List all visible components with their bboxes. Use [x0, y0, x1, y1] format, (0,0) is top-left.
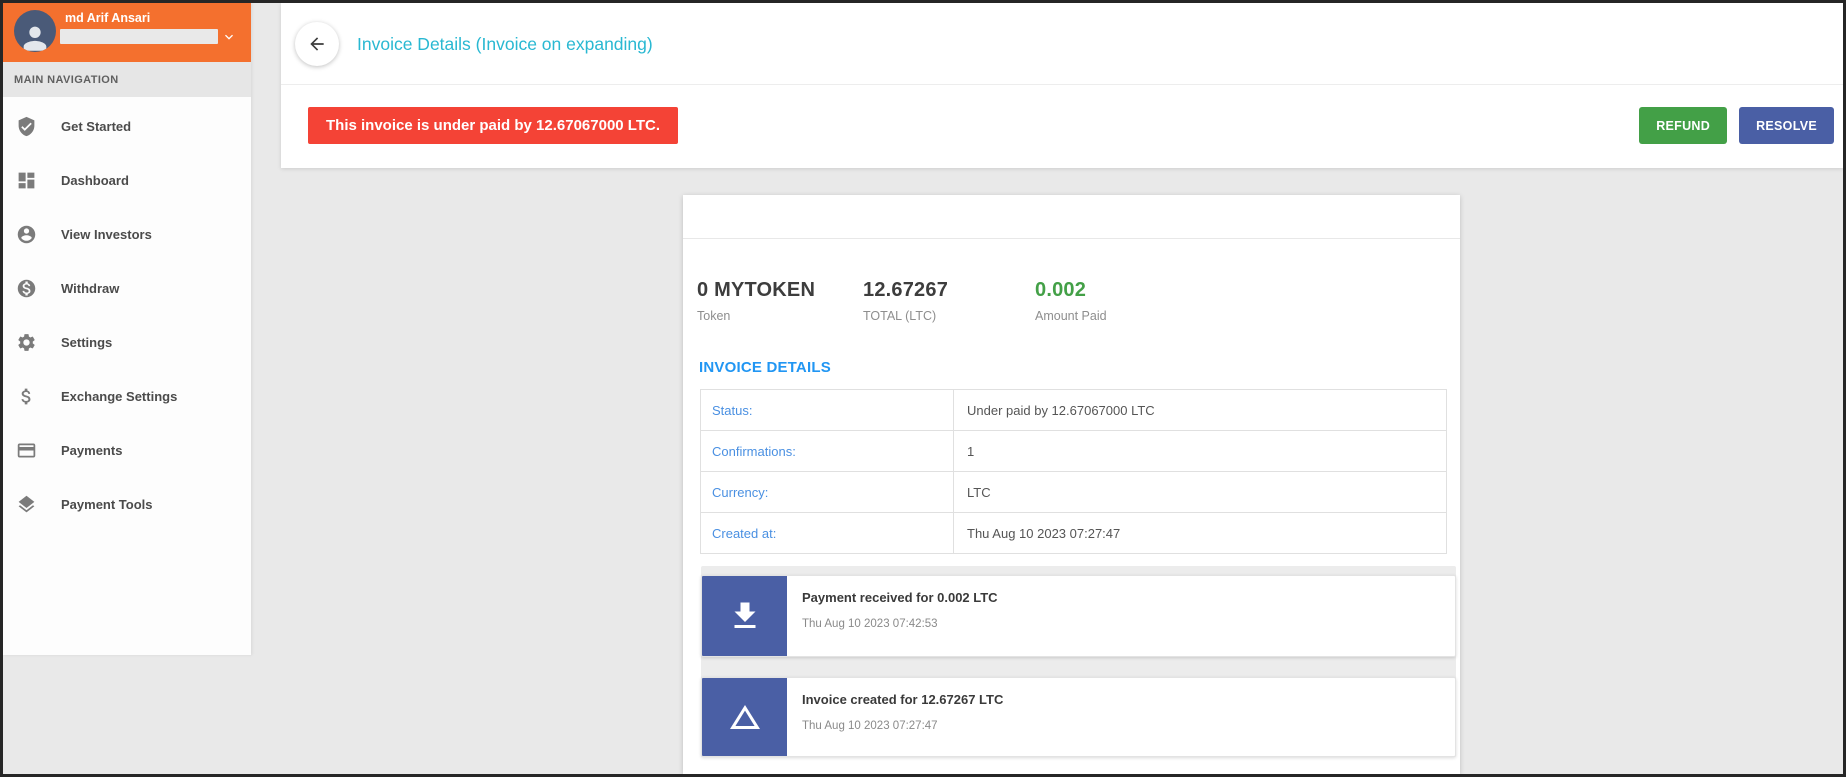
dollar-icon [16, 386, 37, 407]
sidebar-nav: Get Started Dashboard View Investors Wit… [3, 97, 251, 531]
sidebar-item-label: Get Started [61, 118, 132, 134]
avatar [14, 10, 56, 52]
user-name: md Arif Ansari [65, 11, 151, 25]
download-icon [702, 576, 787, 656]
sidebar-item-label: View Investors [61, 226, 152, 242]
sidebar: md Arif Ansari MAIN NAVIGATION Get Start… [3, 3, 251, 655]
title-row: Invoice Details (Invoice on expanding) [281, 3, 1843, 85]
stat-label: Token [697, 309, 731, 323]
timeline-entry-body: Invoice created for 12.67267 LTC Thu Aug… [787, 678, 1003, 756]
table-row: Confirmations: 1 [700, 430, 1447, 472]
page-title: Invoice Details (Invoice on expanding) [357, 34, 653, 54]
page-header: Invoice Details (Invoice on expanding) T… [281, 3, 1843, 168]
person-icon [23, 26, 47, 51]
detail-label: Currency: [700, 471, 954, 513]
shield-check-icon [16, 116, 37, 137]
detail-label: Created at: [700, 512, 954, 554]
invoice-card: 0 MYTOKEN Token 12.67267 TOTAL (LTC) 0.0… [683, 195, 1460, 774]
sidebar-item-exchange-settings[interactable]: Exchange Settings [3, 369, 251, 423]
credit-card-icon [16, 440, 37, 461]
sidebar-item-label: Payments [61, 442, 123, 458]
user-panel: md Arif Ansari [3, 3, 251, 62]
alert-row: This invoice is under paid by 12.6706700… [281, 85, 1843, 167]
sidebar-item-dashboard[interactable]: Dashboard [3, 153, 251, 207]
sidebar-item-payment-tools[interactable]: Payment Tools [3, 477, 251, 531]
stat-total: 12.67267 TOTAL (LTC) [863, 279, 1035, 323]
stat-amount-paid: 0.002 Amount Paid [1035, 279, 1460, 323]
timeline-entry-body: Payment received for 0.002 LTC Thu Aug 1… [787, 576, 998, 656]
stat-value: 12.67267 [863, 279, 949, 301]
invoice-details-table: Status: Under paid by 12.67067000 LTC Co… [700, 389, 1447, 554]
table-row: Created at: Thu Aug 10 2023 07:27:47 [700, 512, 1447, 554]
timeline-title: Payment received for 0.002 LTC [802, 590, 998, 605]
stat-value: 0 MYTOKEN [697, 279, 816, 301]
table-row: Status: Under paid by 12.67067000 LTC [700, 389, 1447, 431]
timeline-title: Invoice created for 12.67267 LTC [802, 692, 1004, 707]
invoice-stats: 0 MYTOKEN Token 12.67267 TOTAL (LTC) 0.0… [683, 239, 1460, 351]
invoice-details-heading: INVOICE DETAILS [699, 359, 831, 376]
stat-value: 0.002 [1035, 279, 1087, 301]
person-circle-icon [16, 224, 37, 245]
underpaid-alert: This invoice is under paid by 12.6706700… [308, 107, 679, 144]
sidebar-item-get-started[interactable]: Get Started [3, 99, 251, 153]
detail-label: Status: [700, 389, 954, 431]
invoice-timeline: Payment received for 0.002 LTC Thu Aug 1… [701, 566, 1456, 757]
sidebar-section-label: MAIN NAVIGATION [3, 62, 251, 97]
sidebar-item-settings[interactable]: Settings [3, 315, 251, 369]
sidebar-item-label: Withdraw [61, 280, 120, 296]
dollar-circle-icon [16, 278, 37, 299]
timeline-entry-invoice-created: Invoice created for 12.67267 LTC Thu Aug… [701, 677, 1456, 757]
sidebar-item-label: Dashboard [61, 172, 129, 188]
sidebar-item-label: Exchange Settings [61, 388, 178, 404]
sidebar-item-label: Settings [61, 334, 113, 350]
detail-label: Confirmations: [700, 430, 954, 472]
app-window: md Arif Ansari MAIN NAVIGATION Get Start… [0, 0, 1846, 777]
detail-value: Under paid by 12.67067000 LTC [953, 389, 1447, 431]
arrow-left-icon [310, 37, 324, 51]
stat-label: TOTAL (LTC) [863, 309, 937, 323]
sidebar-item-label: Payment Tools [61, 496, 153, 512]
gear-icon [16, 332, 37, 353]
header-actions: REFUND RESOLVE [1639, 107, 1834, 144]
sidebar-item-payments[interactable]: Payments [3, 423, 251, 477]
layers-icon [16, 494, 37, 515]
detail-value: 1 [953, 430, 1447, 472]
detail-value: LTC [953, 471, 1447, 513]
card-top-strip [683, 195, 1460, 239]
user-dropdown-field[interactable] [60, 29, 218, 44]
resolve-button[interactable]: RESOLVE [1739, 107, 1834, 144]
chevron-down-icon[interactable] [221, 29, 237, 45]
refund-button[interactable]: REFUND [1639, 107, 1728, 144]
timeline-timestamp: Thu Aug 10 2023 07:27:47 [802, 720, 938, 732]
sidebar-item-withdraw[interactable]: Withdraw [3, 261, 251, 315]
table-row: Currency: LTC [700, 471, 1447, 513]
timeline-timestamp: Thu Aug 10 2023 07:42:53 [802, 618, 938, 630]
timeline-entry-payment-received: Payment received for 0.002 LTC Thu Aug 1… [701, 575, 1456, 657]
triangle-icon [702, 678, 787, 756]
detail-value: Thu Aug 10 2023 07:27:47 [953, 512, 1447, 554]
stat-label: Amount Paid [1035, 309, 1107, 323]
back-button[interactable] [295, 22, 339, 66]
sidebar-item-view-investors[interactable]: View Investors [3, 207, 251, 261]
dashboard-icon [16, 170, 37, 191]
stat-token: 0 MYTOKEN Token [697, 279, 863, 323]
